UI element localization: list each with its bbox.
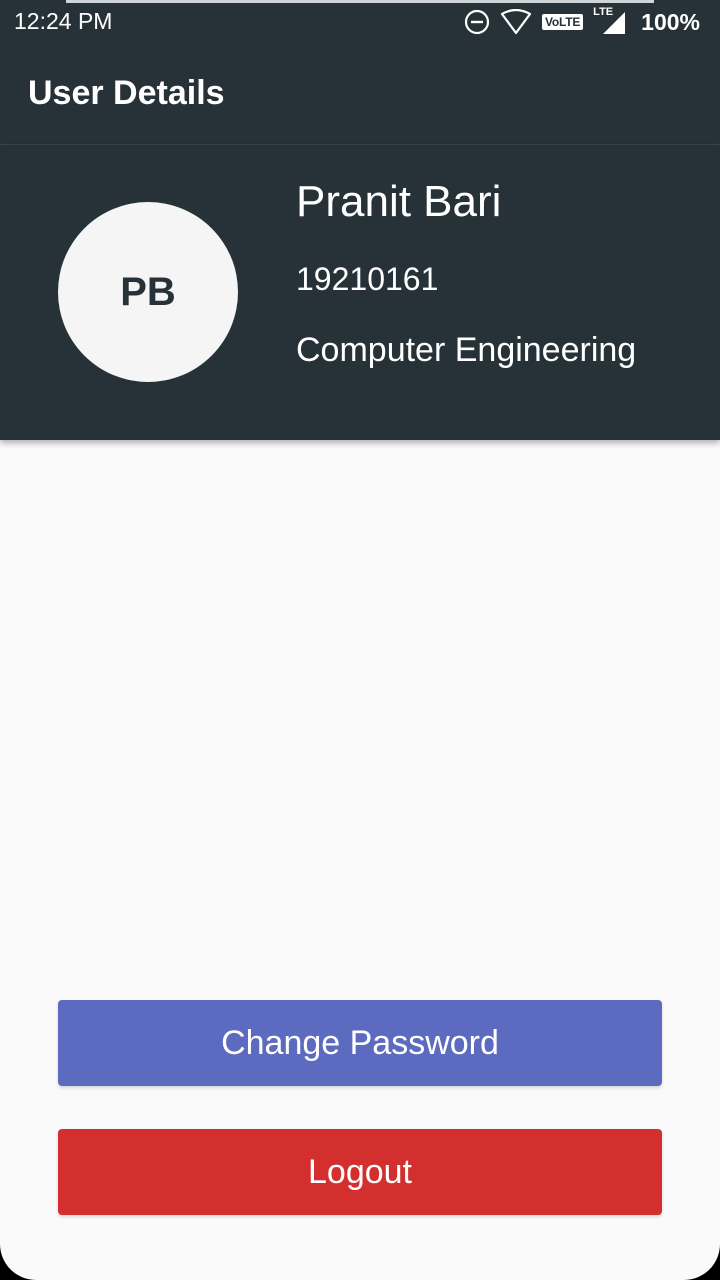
status-divider — [66, 0, 654, 3]
avatar: PB — [58, 202, 238, 382]
user-department: Computer Engineering — [296, 331, 637, 369]
page-title: User Details — [28, 74, 225, 112]
screen: 12:24 PM VoLTE LTE 100% User Details PB … — [0, 0, 720, 1280]
logout-button[interactable]: Logout — [58, 1129, 662, 1215]
dnd-icon — [464, 9, 490, 35]
profile-panel: PB Pranit Bari 19210161 Computer Enginee… — [0, 145, 720, 440]
status-time: 12:24 PM — [14, 8, 113, 34]
avatar-initials: PB — [120, 269, 176, 314]
volte-icon: VoLTE — [541, 14, 584, 30]
status-icons: VoLTE LTE 100% — [464, 6, 700, 37]
status-bar: 12:24 PM VoLTE LTE 100% — [0, 0, 720, 44]
change-password-button[interactable]: Change Password — [58, 1000, 662, 1086]
battery-level: 100% — [641, 8, 700, 35]
wifi-icon — [500, 9, 532, 35]
user-id: 19210161 — [296, 261, 439, 297]
app-bar: User Details — [0, 44, 720, 145]
signal-icon: LTE — [593, 6, 627, 36]
user-name: Pranit Bari — [296, 177, 502, 226]
